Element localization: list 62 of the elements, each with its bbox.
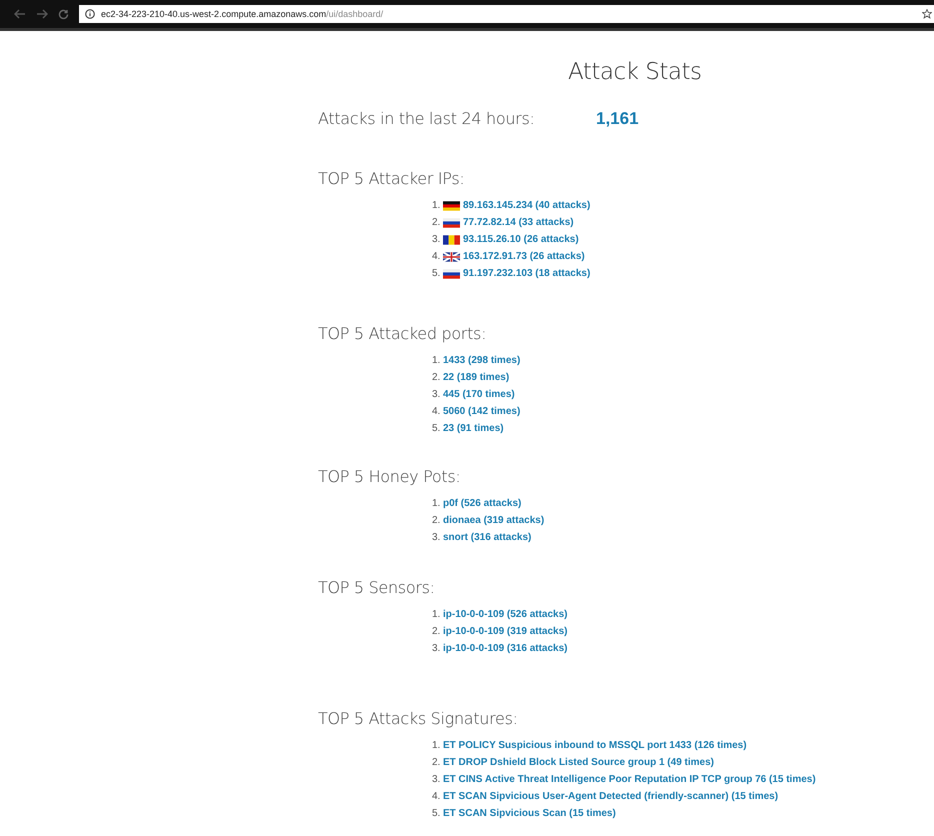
list-number: 2. xyxy=(432,217,442,228)
list-number: 2. xyxy=(432,372,442,383)
list-number: 1. xyxy=(432,498,442,509)
list-link[interactable]: ET SCAN Sipvicious Scan (15 times) xyxy=(443,808,616,819)
flag-icon xyxy=(443,268,460,278)
list-number: 4. xyxy=(432,406,442,417)
list-number: 3. xyxy=(432,234,442,245)
list-number: 3. xyxy=(432,532,442,543)
list-number: 2. xyxy=(432,626,442,637)
list-link[interactable]: 91.197.232.103 (18 attacks) xyxy=(463,268,590,279)
list-link[interactable]: ip-10-0-0-109 (316 attacks) xyxy=(443,643,568,654)
list-link[interactable]: 163.172.91.73 (26 attacks) xyxy=(463,251,585,262)
list-link[interactable]: 93.115.26.10 (26 attacks) xyxy=(463,234,579,245)
list-number: 2. xyxy=(432,757,442,768)
page-title: Attack Stats xyxy=(568,59,702,85)
flag-icon xyxy=(443,252,460,262)
list-link[interactable]: 89.163.145.234 (40 attacks) xyxy=(463,200,590,211)
list-link[interactable]: ET SCAN Sipvicious User-Agent Detected (friendly-scanner) (15 times) xyxy=(443,791,778,802)
info-icon xyxy=(85,9,95,19)
list-number: 1. xyxy=(432,609,442,620)
list-number: 5. xyxy=(432,268,442,279)
list-number: 3. xyxy=(432,774,442,785)
list-link[interactable]: ET DROP Dshield Block Listed Source group 1 (49 times) xyxy=(443,757,714,768)
list-link[interactable]: dionaea (319 attacks) xyxy=(443,515,544,526)
list-number: 1. xyxy=(432,740,442,751)
section-heading: TOP 5 Sensors: xyxy=(318,578,436,597)
back-icon[interactable] xyxy=(14,9,26,19)
flag-icon xyxy=(443,200,460,210)
list-link[interactable]: 445 (170 times) xyxy=(443,389,515,400)
list-number: 5. xyxy=(432,423,442,434)
section-heading: TOP 5 Attacker IPs: xyxy=(318,169,466,188)
list-link[interactable]: snort (316 attacks) xyxy=(443,532,532,543)
list-number: 1. xyxy=(432,200,442,211)
forward-icon[interactable] xyxy=(36,9,48,19)
address-field[interactable]: ec2-34-223-210-40.us-west-2.compute.amazonaws.com/ui/dashboard/ xyxy=(79,5,934,23)
list-link[interactable]: 23 (91 times) xyxy=(443,423,504,434)
section-heading: TOP 5 Attacks Signatures: xyxy=(318,709,519,728)
flag-icon xyxy=(443,218,460,228)
summary-label: Attacks in the last 24 hours: xyxy=(318,109,536,128)
list-number: 5. xyxy=(432,808,442,819)
list-number: 3. xyxy=(432,389,442,400)
list-link[interactable]: 22 (189 times) xyxy=(443,372,510,383)
url-text: ec2-34-223-210-40.us-west-2.compute.amazonaws.com/ui/dashboard/ xyxy=(101,9,384,19)
list-link[interactable]: ET CINS Active Threat Intelligence Poor Reputation IP TCP group 76 (15 times) xyxy=(443,774,816,785)
list-link[interactable]: ET POLICY Suspicious inbound to MSSQL port 1433 (126 times) xyxy=(443,740,747,751)
list-link[interactable]: ip-10-0-0-109 (319 attacks) xyxy=(443,626,568,637)
list-number: 4. xyxy=(432,251,442,262)
list-number: 4. xyxy=(432,791,442,802)
list-number: 2. xyxy=(432,515,442,526)
list-link[interactable]: 5060 (142 times) xyxy=(443,406,520,417)
list-number: 1. xyxy=(432,355,442,366)
attack-count: 1,161 xyxy=(596,109,639,129)
flag-icon xyxy=(443,234,460,244)
section-heading: TOP 5 Honey Pots: xyxy=(318,467,462,486)
list-link[interactable]: 77.72.82.14 (33 attacks) xyxy=(463,217,574,228)
bookmark-star-icon[interactable] xyxy=(922,9,932,19)
reload-icon[interactable] xyxy=(58,8,69,20)
list-link[interactable]: 1433 (298 times) xyxy=(443,355,520,366)
list-link[interactable]: ip-10-0-0-109 (526 attacks) xyxy=(443,609,568,620)
list-number: 3. xyxy=(432,643,442,654)
list-link[interactable]: p0f (526 attacks) xyxy=(443,498,522,509)
section-heading: TOP 5 Attacked ports: xyxy=(318,324,488,343)
